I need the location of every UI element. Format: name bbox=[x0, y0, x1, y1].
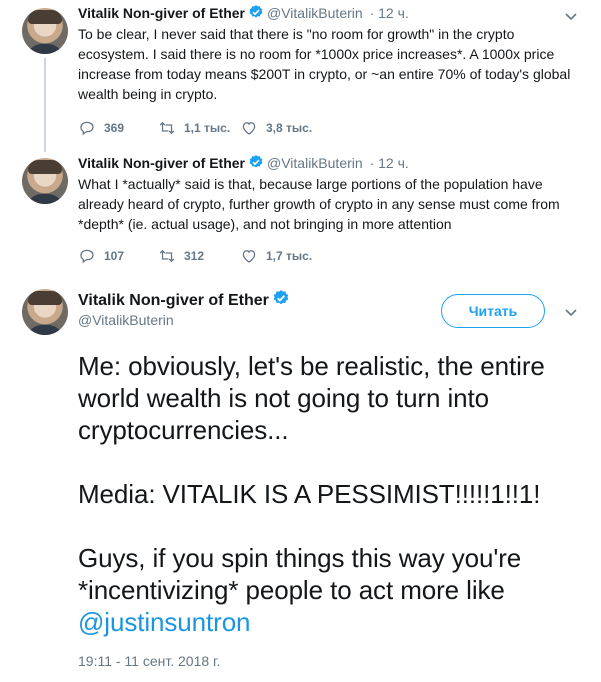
reply-icon bbox=[80, 249, 94, 264]
follow-button[interactable]: Читать bbox=[441, 294, 545, 328]
mention-link[interactable]: @justinsuntron bbox=[78, 607, 251, 637]
tweet-actions: 107 312 1,7 тыс. bbox=[78, 246, 398, 266]
reply-count: 107 bbox=[104, 249, 125, 263]
tweet-text: To be clear, I never said that there is … bbox=[78, 26, 571, 102]
main-tweet-paragraph-1: Me: obviously, let's be realistic, the e… bbox=[78, 351, 545, 445]
avatar[interactable] bbox=[22, 289, 68, 335]
reply-icon bbox=[80, 121, 94, 136]
main-tweet-text: Me: obviously, let's be realistic, the e… bbox=[78, 350, 588, 638]
tweet-2[interactable]: Vitalik Non-giver of Ether @VitalikButeri… bbox=[0, 150, 601, 280]
chevron-down-icon[interactable] bbox=[563, 304, 579, 320]
retweet-count: 1,1 тыс. bbox=[184, 121, 231, 135]
tweet-actions: 369 1,1 тыс. 3,8 тыс. bbox=[78, 118, 398, 138]
tweet-1[interactable]: Vitalik Non-giver of Ether @VitalikButeri… bbox=[0, 0, 601, 145]
like-count: 1,7 тыс. bbox=[266, 249, 313, 263]
author-handle[interactable]: @VitalikButerin bbox=[267, 155, 363, 171]
retweet-icon bbox=[159, 121, 175, 135]
verified-badge-icon bbox=[248, 4, 264, 24]
tweet-time[interactable]: · 12 ч. bbox=[370, 5, 409, 21]
retweet-button[interactable]: 312 bbox=[158, 246, 204, 266]
chevron-down-icon[interactable] bbox=[563, 8, 579, 24]
reply-button[interactable]: 107 bbox=[78, 246, 124, 266]
heart-icon bbox=[242, 250, 256, 263]
like-button[interactable]: 3,8 тыс. bbox=[240, 118, 312, 138]
retweet-button[interactable]: 1,1 тыс. bbox=[158, 118, 230, 138]
verified-badge-icon bbox=[248, 154, 264, 174]
retweet-icon bbox=[159, 249, 175, 263]
main-tweet-paragraph-3: Guys, if you spin things this way you're… bbox=[78, 542, 588, 638]
main-tweet-paragraph-3-text: Guys, if you spin things this way you're… bbox=[78, 543, 522, 605]
main-author-name[interactable]: Vitalik Non-giver of Ether bbox=[78, 289, 290, 313]
like-button[interactable]: 1,7 тыс. bbox=[240, 246, 312, 266]
tweet-timestamp[interactable]: 19:11 - 11 сент. 2018 г. bbox=[78, 652, 220, 670]
main-author-name-text[interactable]: Vitalik Non-giver of Ether bbox=[78, 292, 269, 309]
retweet-count: 312 bbox=[184, 249, 205, 263]
avatar[interactable] bbox=[22, 8, 68, 54]
tweet-time[interactable]: · 12 ч. bbox=[370, 155, 409, 171]
author-handle[interactable]: @VitalikButerin bbox=[267, 5, 363, 21]
reply-button[interactable]: 369 bbox=[78, 118, 124, 138]
reply-count: 369 bbox=[104, 121, 125, 135]
tweet-header: Vitalik Non-giver of Ether @VitalikButeri… bbox=[78, 4, 409, 24]
heart-icon bbox=[242, 122, 256, 135]
author-name[interactable]: Vitalik Non-giver of Ether bbox=[78, 5, 245, 21]
tweet-text: What I *actually* said is that, because … bbox=[78, 176, 560, 232]
main-tweet-paragraph-2: Media: VITALIK IS A PESSIMIST!!!!!1!!1! bbox=[78, 479, 541, 509]
author-name[interactable]: Vitalik Non-giver of Ether bbox=[78, 155, 245, 171]
like-count: 3,8 тыс. bbox=[266, 121, 313, 135]
main-author-handle[interactable]: @VitalikButerin bbox=[78, 311, 174, 329]
verified-badge-icon bbox=[272, 289, 290, 313]
avatar[interactable] bbox=[22, 158, 68, 204]
tweet-header: Vitalik Non-giver of Ether @VitalikButeri… bbox=[78, 154, 409, 174]
